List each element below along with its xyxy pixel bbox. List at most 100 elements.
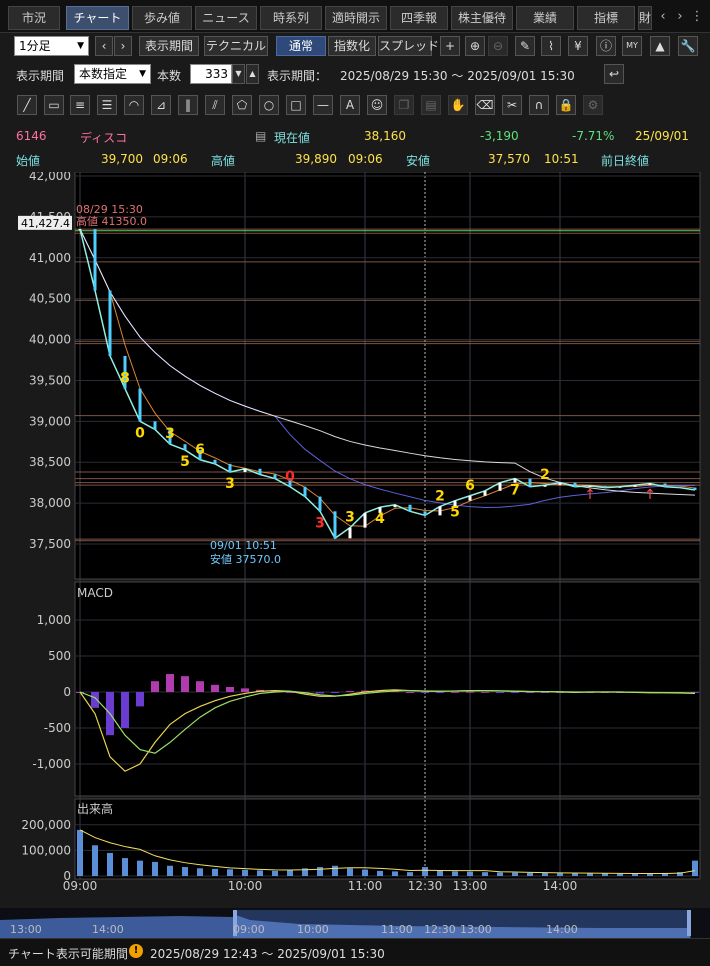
candle	[183, 444, 187, 450]
period-mode-select[interactable]: 本数指定 ▼	[74, 64, 151, 84]
drawing-toolbar: ╱ ▭ ≡ ☰ ◠ ⊿ ‖ ⫽ ⬠ ○ □ — A ☺ ❐ ▤ ✋ ⌫ ✂ ∩ …	[0, 95, 710, 119]
info-icon[interactable]: ⓘ	[596, 36, 616, 56]
text-tool-icon[interactable]: A	[340, 95, 360, 115]
tab-disclosure[interactable]: 適時開示	[325, 6, 387, 30]
volume-bar	[122, 858, 128, 876]
gann-tool-icon[interactable]: ⫽	[205, 95, 225, 115]
trendline-tool-icon[interactable]: ╱	[17, 95, 37, 115]
tab-indicators[interactable]: 指標	[577, 6, 635, 30]
stock-name: ディスコ	[80, 131, 128, 145]
volume-bar	[137, 860, 143, 876]
volume-title: 出来高	[77, 801, 113, 816]
tab-timeseries[interactable]: 時系列	[260, 6, 322, 30]
open-price: 39,700	[101, 152, 143, 166]
volume-bar	[257, 870, 263, 876]
low-price: 37,570	[488, 152, 530, 166]
low-time: 10:51	[544, 152, 579, 166]
eraser-icon[interactable]: ⌫	[475, 95, 495, 115]
yen-icon[interactable]: ¥	[568, 36, 588, 56]
lock-icon[interactable]: 🔒	[556, 95, 576, 115]
tab-finance[interactable]: 財	[638, 6, 652, 30]
navigator[interactable]: 13:00 14:00 09:00 10:00 11:00 12:30 13:00 14:00	[0, 908, 710, 938]
count-label: 2	[435, 488, 445, 504]
stamp-tool-icon[interactable]: ☺	[367, 95, 387, 115]
high-date-annotation: 08/29 15:30	[76, 203, 143, 216]
count-up-icon[interactable]: ▲	[246, 64, 259, 84]
volume-bar	[92, 845, 98, 876]
tab-shikiho[interactable]: 四季報	[390, 6, 448, 30]
reset-icon[interactable]: ↩	[604, 64, 624, 84]
interval-next-button[interactable]: ›	[114, 36, 132, 56]
zoom-in-icon[interactable]: ⊕	[465, 36, 485, 56]
volume-bar	[287, 869, 293, 876]
pentagon-tool-icon[interactable]: ⬠	[232, 95, 252, 115]
display-period-button[interactable]: 表示期間	[139, 36, 199, 56]
tab-chart[interactable]: チャート	[66, 6, 129, 30]
candle	[213, 459, 217, 464]
y-tick-label: 41,000	[29, 251, 71, 265]
candle	[153, 421, 157, 430]
footer: チャート表示可能期間 ! 2025/08/29 12:43 〜 2025/09/…	[0, 938, 710, 966]
tab-menu-icon[interactable]: ⋮	[689, 6, 705, 28]
range-value: 2025/08/29 15:30 〜 2025/09/01 15:30	[340, 69, 575, 83]
chart-svg[interactable]: 09:0010:0011:0012:3013:0014:0042,00041,5…	[0, 169, 710, 906]
signal-arrow-icon: ↑	[584, 487, 596, 503]
tab-earnings[interactable]: 業績	[516, 6, 574, 30]
volume-bar	[407, 872, 413, 876]
volume-bar	[497, 872, 503, 876]
indicator-icon[interactable]: ⌇	[541, 36, 561, 56]
count-down-icon[interactable]: ▼	[232, 64, 245, 84]
count-input[interactable]: 333	[190, 64, 232, 84]
spread-mode-button[interactable]: スプレッド	[378, 36, 439, 56]
interval-prev-button[interactable]: ‹	[95, 36, 113, 56]
macd-histogram-bar	[481, 691, 489, 693]
tab-market[interactable]: 市況	[8, 6, 60, 30]
macd-histogram-bar	[151, 681, 159, 692]
hline-tool-icon[interactable]: —	[313, 95, 333, 115]
tab-news[interactable]: ニュース	[195, 6, 257, 30]
y-tick-label: -1,000	[32, 757, 71, 771]
volume-bar	[317, 867, 323, 876]
volume-bar	[332, 865, 338, 876]
normal-mode-button[interactable]: 通常	[276, 36, 326, 56]
x-tick-label: 10:00	[228, 879, 263, 893]
navigator-svg[interactable]: 13:00 14:00 09:00 10:00 11:00 12:30 13:00 14:00	[0, 908, 710, 938]
my-indicator-icon[interactable]: MY	[622, 36, 642, 56]
pencil-icon[interactable]: ✎	[515, 36, 535, 56]
quote-date: 25/09/01	[635, 129, 689, 143]
high-price: 39,890	[295, 152, 337, 166]
erase-all-icon[interactable]: ✂	[502, 95, 522, 115]
period-mode-value: 本数指定	[79, 67, 128, 81]
tab-next-icon[interactable]: ›	[672, 6, 688, 28]
index-mode-button[interactable]: 指数化	[328, 36, 376, 56]
candle	[543, 485, 547, 487]
candle	[423, 511, 427, 516]
tab-bar: 市況 チャート 歩み値 ニュース 時系列 適時開示 四季報 株主優待 業績 指標…	[0, 0, 710, 33]
rect-tool-icon[interactable]: □	[286, 95, 306, 115]
available-period-label: チャート表示可能期間	[8, 947, 128, 961]
fib-tool-icon[interactable]: ☰	[97, 95, 117, 115]
interval-select[interactable]: 1分足 ▼	[14, 36, 89, 56]
hlines-tool-icon[interactable]: ≡	[70, 95, 90, 115]
macd-histogram-bar	[316, 692, 324, 694]
ruler-tool-icon[interactable]: ▭	[44, 95, 64, 115]
low-date-annotation: 09/01 10:51	[210, 539, 277, 552]
macd-histogram-bar	[496, 692, 504, 693]
arc-tool-icon[interactable]: ◠	[124, 95, 144, 115]
technical-button[interactable]: テクニカル	[204, 36, 268, 56]
magnet-icon[interactable]: ∩	[529, 95, 549, 115]
circle-tool-icon[interactable]: ○	[259, 95, 279, 115]
area-chart-icon[interactable]: ▲	[650, 36, 670, 56]
tab-benefits[interactable]: 株主優待	[451, 6, 513, 30]
wrench-icon[interactable]: 🔧	[678, 36, 698, 56]
vlines-tool-icon[interactable]: ‖	[178, 95, 198, 115]
add-icon[interactable]: +	[440, 36, 460, 56]
count-label: 4	[375, 511, 385, 527]
chart-area[interactable]: 09:0010:0011:0012:3013:0014:0042,00041,5…	[0, 169, 710, 906]
tab-ticks[interactable]: 歩み値	[132, 6, 192, 30]
tab-prev-icon[interactable]: ‹	[655, 6, 671, 28]
zoom-out-icon[interactable]: ⊖	[488, 36, 508, 56]
x-tick-label: 13:00	[453, 879, 488, 893]
fan-tool-icon[interactable]: ⊿	[151, 95, 171, 115]
macd-histogram-bar	[241, 688, 249, 692]
